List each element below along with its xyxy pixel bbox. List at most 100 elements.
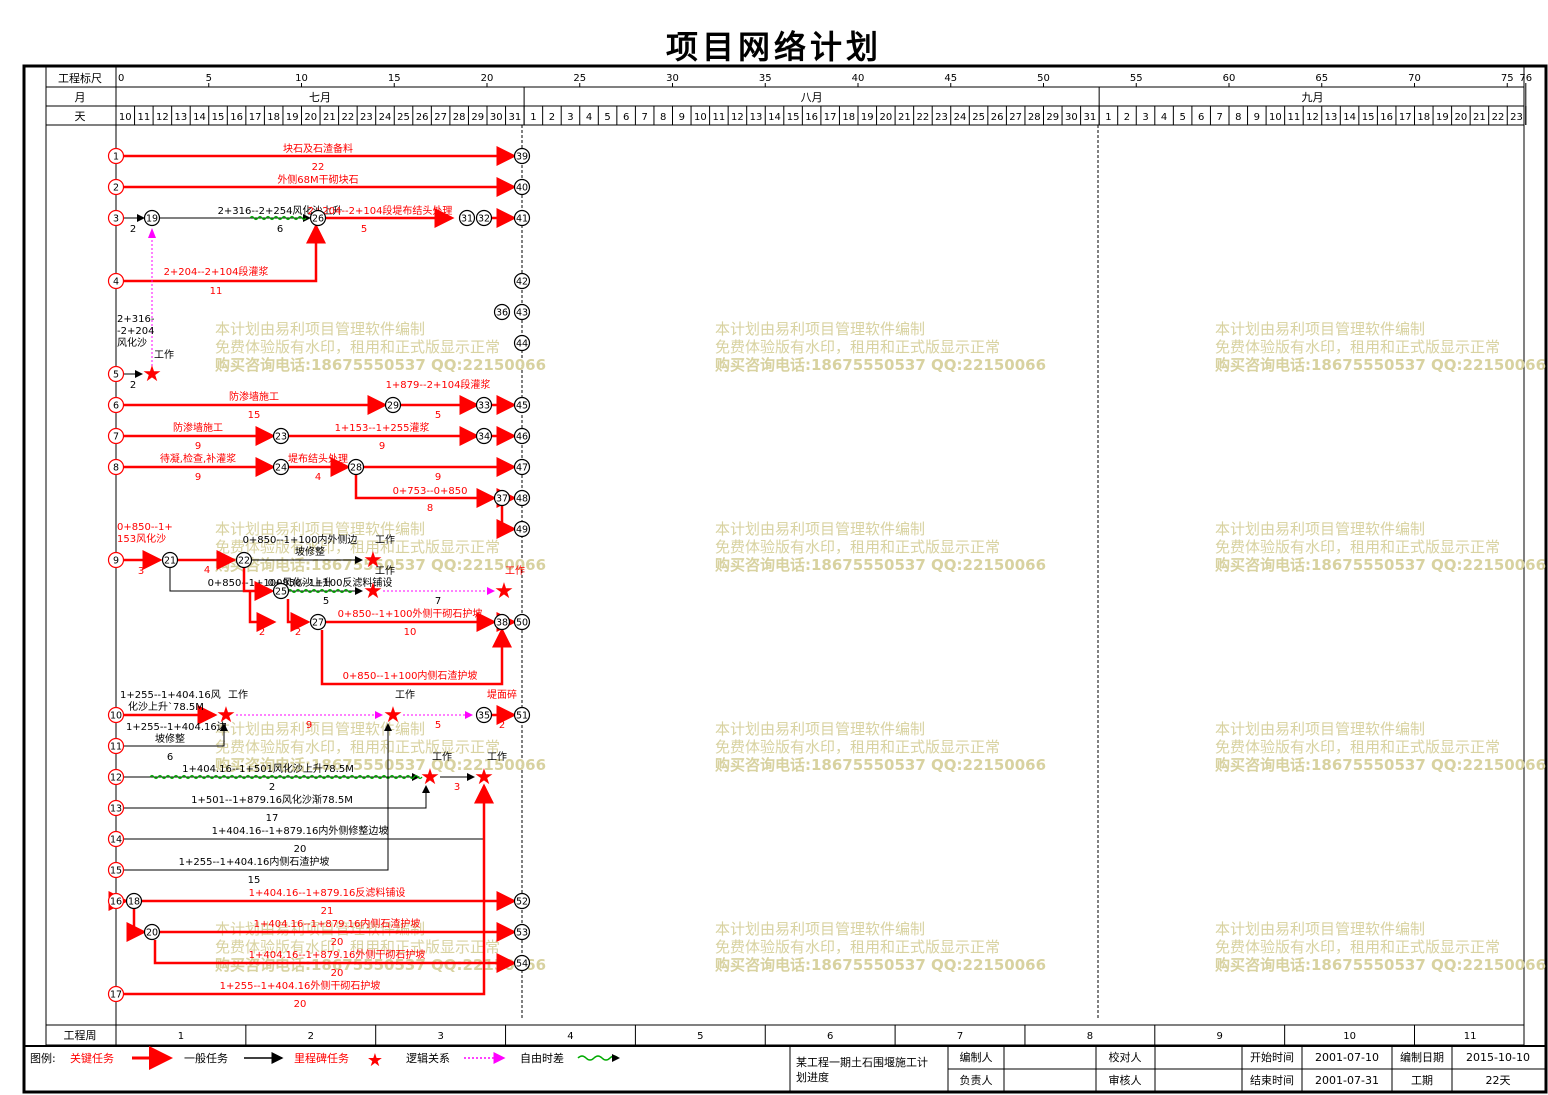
day-label: 21 bbox=[323, 112, 336, 123]
watermark-text: 免费体验版有水印，租用和正式版显示正常 bbox=[1215, 338, 1500, 356]
day-label: 23 bbox=[935, 112, 948, 123]
end-value: 2001-07-31 bbox=[1315, 1074, 1379, 1087]
node-label: 42 bbox=[516, 277, 528, 288]
day-label: 18 bbox=[842, 112, 855, 123]
week-number: 10 bbox=[1343, 1031, 1356, 1042]
day-label: 24 bbox=[379, 112, 392, 123]
node-label: 9 bbox=[113, 556, 119, 567]
week-number: 7 bbox=[957, 1031, 963, 1042]
checker-label: 校对人 bbox=[1109, 1050, 1142, 1064]
task-label: 5 bbox=[361, 224, 367, 235]
node-label: 32 bbox=[478, 214, 490, 225]
day-label: 11 bbox=[713, 112, 726, 123]
day-label: 1 bbox=[1105, 112, 1111, 123]
watermark-text: 购买咨询电话:18675550537 QQ:22150066 bbox=[215, 356, 546, 374]
day-label: 18 bbox=[267, 112, 280, 123]
task-label: 2 bbox=[269, 782, 275, 793]
day-label: 30 bbox=[490, 112, 503, 123]
day-label: 4 bbox=[586, 112, 592, 123]
day-label: 5 bbox=[1179, 112, 1185, 123]
task-5-label: 风化沙 bbox=[117, 336, 147, 349]
node-label: 27 bbox=[312, 618, 324, 629]
task-label: 2 bbox=[295, 627, 301, 638]
node-label: 15 bbox=[110, 866, 122, 877]
node-label: 54 bbox=[516, 959, 528, 970]
day-label: 26 bbox=[416, 112, 429, 123]
node-label: 29 bbox=[387, 401, 399, 412]
watermark-text: 本计划由易利项目管理软件编制 bbox=[1215, 520, 1425, 538]
day-label: 31 bbox=[508, 112, 521, 123]
task-label: 堤面碎 bbox=[487, 688, 517, 701]
task-label: 1+879--2+104段灌浆 bbox=[386, 378, 491, 391]
week-number: 5 bbox=[697, 1031, 703, 1042]
scale-tick-label: 70 bbox=[1408, 73, 1421, 84]
day-label: 14 bbox=[1343, 112, 1356, 123]
day-label: 15 bbox=[787, 112, 800, 123]
task-label: 堤布结头处理 bbox=[288, 452, 348, 465]
node-label: 11 bbox=[110, 742, 122, 753]
watermark-text: 本计划由易利项目管理软件编制 bbox=[1215, 320, 1425, 338]
task-label: 工作 bbox=[505, 565, 525, 577]
milestone-star: ★ bbox=[420, 765, 440, 790]
task-label: 11 bbox=[210, 286, 223, 297]
node-label: 24 bbox=[275, 463, 287, 474]
task-label: 0+753--0+850 bbox=[393, 486, 468, 497]
week-number: 6 bbox=[827, 1031, 833, 1042]
node-label: 5 bbox=[113, 370, 119, 381]
scale-tick-label: 30 bbox=[666, 73, 679, 84]
day-label: 9 bbox=[679, 112, 685, 123]
node-label: 6 bbox=[113, 401, 119, 412]
task-label: 1+404.16--1+879.16外侧干砌石护坡 bbox=[249, 948, 426, 961]
day-label: 20 bbox=[879, 112, 892, 123]
day-label: 16 bbox=[230, 112, 243, 123]
day-label: 25 bbox=[972, 112, 985, 123]
task-label: 3 bbox=[454, 782, 460, 793]
day-label: 13 bbox=[1325, 112, 1338, 123]
node-label: 50 bbox=[516, 618, 528, 629]
task-label: 2 bbox=[259, 627, 265, 638]
task-label: 2 bbox=[130, 224, 136, 235]
day-label: 7 bbox=[1217, 112, 1223, 123]
day-label: 11 bbox=[137, 112, 150, 123]
legend-normal-label: 一般任务 bbox=[184, 1052, 228, 1065]
task-label: 5 bbox=[323, 596, 329, 607]
watermark-text: 免费体验版有水印，租用和正式版显示正常 bbox=[715, 738, 1000, 756]
node-label: 21 bbox=[164, 556, 176, 567]
scale-tick-label: 35 bbox=[759, 73, 772, 84]
day-label: 14 bbox=[768, 112, 781, 123]
task-label: 1+404.16--1+879.16内侧石渣护坡 bbox=[254, 917, 421, 930]
legend-logic-label: 逻辑关系 bbox=[406, 1051, 450, 1065]
node-label: 19 bbox=[146, 214, 158, 225]
node-label: 31 bbox=[461, 214, 473, 225]
task-label: 21 bbox=[321, 906, 334, 917]
day-label: 6 bbox=[1198, 112, 1204, 123]
scale-tick-label: 50 bbox=[1037, 73, 1050, 84]
month-label-0: 七月 bbox=[309, 91, 331, 104]
node-label: 45 bbox=[516, 401, 528, 412]
task-label: 防渗墙施工 bbox=[229, 390, 279, 403]
task-label: 1+255--1+404.16外侧干砌石护坡 bbox=[220, 979, 381, 992]
day-label: 6 bbox=[623, 112, 629, 123]
node-label: 2 bbox=[113, 183, 119, 194]
week-number: 11 bbox=[1464, 1031, 1477, 1042]
task-label: 工作 bbox=[432, 751, 452, 763]
task-18-20 bbox=[126, 909, 147, 942]
task-label: 2 bbox=[130, 380, 136, 391]
start-label: 开始时间 bbox=[1250, 1050, 1294, 1064]
task-label: 9 bbox=[195, 472, 201, 483]
watermark-text: 免费体验版有水印，租用和正式版显示正常 bbox=[715, 338, 1000, 356]
watermark-text: 购买咨询电话:18675550537 QQ:22150066 bbox=[1215, 356, 1546, 374]
day-label: 9 bbox=[1254, 112, 1260, 123]
node-label: 46 bbox=[516, 432, 528, 443]
day-label: 14 bbox=[193, 112, 206, 123]
node-label: 18 bbox=[128, 897, 140, 908]
watermark-text: 购买咨询电话:18675550537 QQ:22150066 bbox=[715, 356, 1046, 374]
task-label: 6 bbox=[167, 752, 173, 763]
watermark-text: 本计划由易利项目管理软件编制 bbox=[1215, 720, 1425, 738]
task-label: 外侧68M干砌块石 bbox=[277, 173, 358, 186]
legend-milestone-label: 里程碑任务 bbox=[294, 1052, 349, 1065]
day-label: 29 bbox=[471, 112, 484, 123]
day-label: 25 bbox=[397, 112, 410, 123]
node-label: 49 bbox=[516, 525, 528, 536]
task-label: 0+850--1+100外侧干砌石护坡 bbox=[338, 607, 483, 620]
